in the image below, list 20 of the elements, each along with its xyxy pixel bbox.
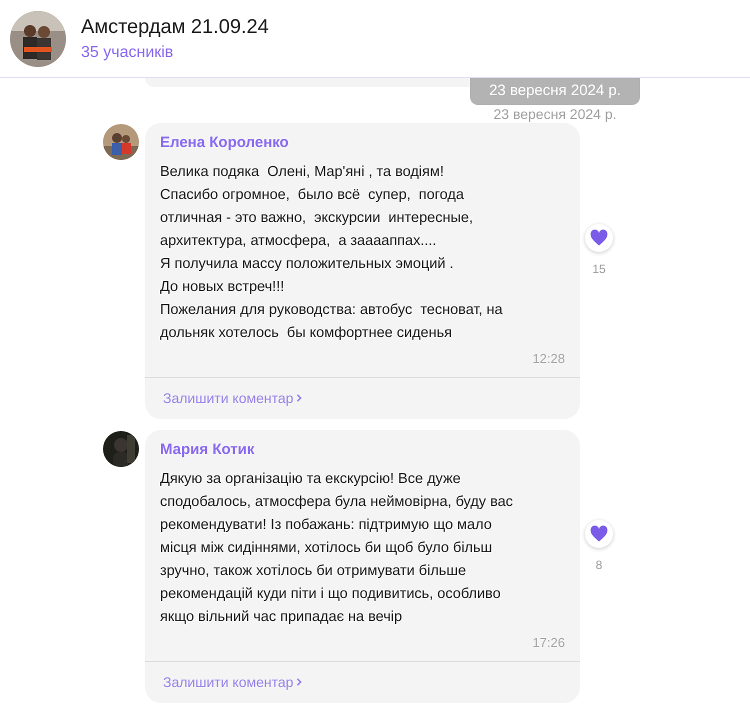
like-button[interactable] bbox=[585, 224, 613, 252]
message-time: 17:26 bbox=[532, 634, 565, 652]
member-count: 35 учасників bbox=[81, 42, 174, 62]
like-count: 15 bbox=[592, 261, 606, 278]
comment-link[interactable]: Залишити коментар bbox=[163, 672, 304, 692]
like-count: 8 bbox=[596, 556, 602, 574]
heart-icon bbox=[589, 524, 609, 544]
message-text: Дякую за організацію та екскурсію! Все дуже сподобалось, атмосфера була неймовірна, буду вас рекомендувати! Із побажань: підтримую що мало місця між сидіннями, хотілось би щоб було більш зручно, також хотілось би отримувати більше рекомендацій куди піти і що подивитись, особливо якщо вільний час припадає на вечір bbox=[160, 470, 514, 627]
comment-link[interactable]: Залишити коментар bbox=[163, 388, 304, 408]
author-name: Мария Котик bbox=[160, 440, 256, 460]
chevron-icon bbox=[295, 678, 304, 686]
message-text: Велика подяка Олені, Мар'яні , та водіям! Спасибо огромное, было всё супер, погода отличная - это важно, экскурсии интересные, архитектура, атмосфера, а зааааппах.... Я получила массу положительных эмоций . До новых встреч!!! Пожелания для руководства: автобус тесноват, на дольняк хотелось бы комфортнее сиденья bbox=[160, 163, 504, 343]
message-time: 12:28 bbox=[532, 350, 565, 368]
author-name: Елена Короленко bbox=[160, 133, 290, 153]
date-label: 23 вересня 2024 р. bbox=[493, 106, 616, 122]
chevron-icon bbox=[295, 394, 304, 402]
date-label: 23 вересня 2024 р. bbox=[470, 78, 640, 105]
like-button[interactable] bbox=[585, 520, 613, 548]
heart-icon bbox=[589, 228, 609, 248]
chat-title: Амстердам 21.09.24 bbox=[81, 14, 269, 40]
